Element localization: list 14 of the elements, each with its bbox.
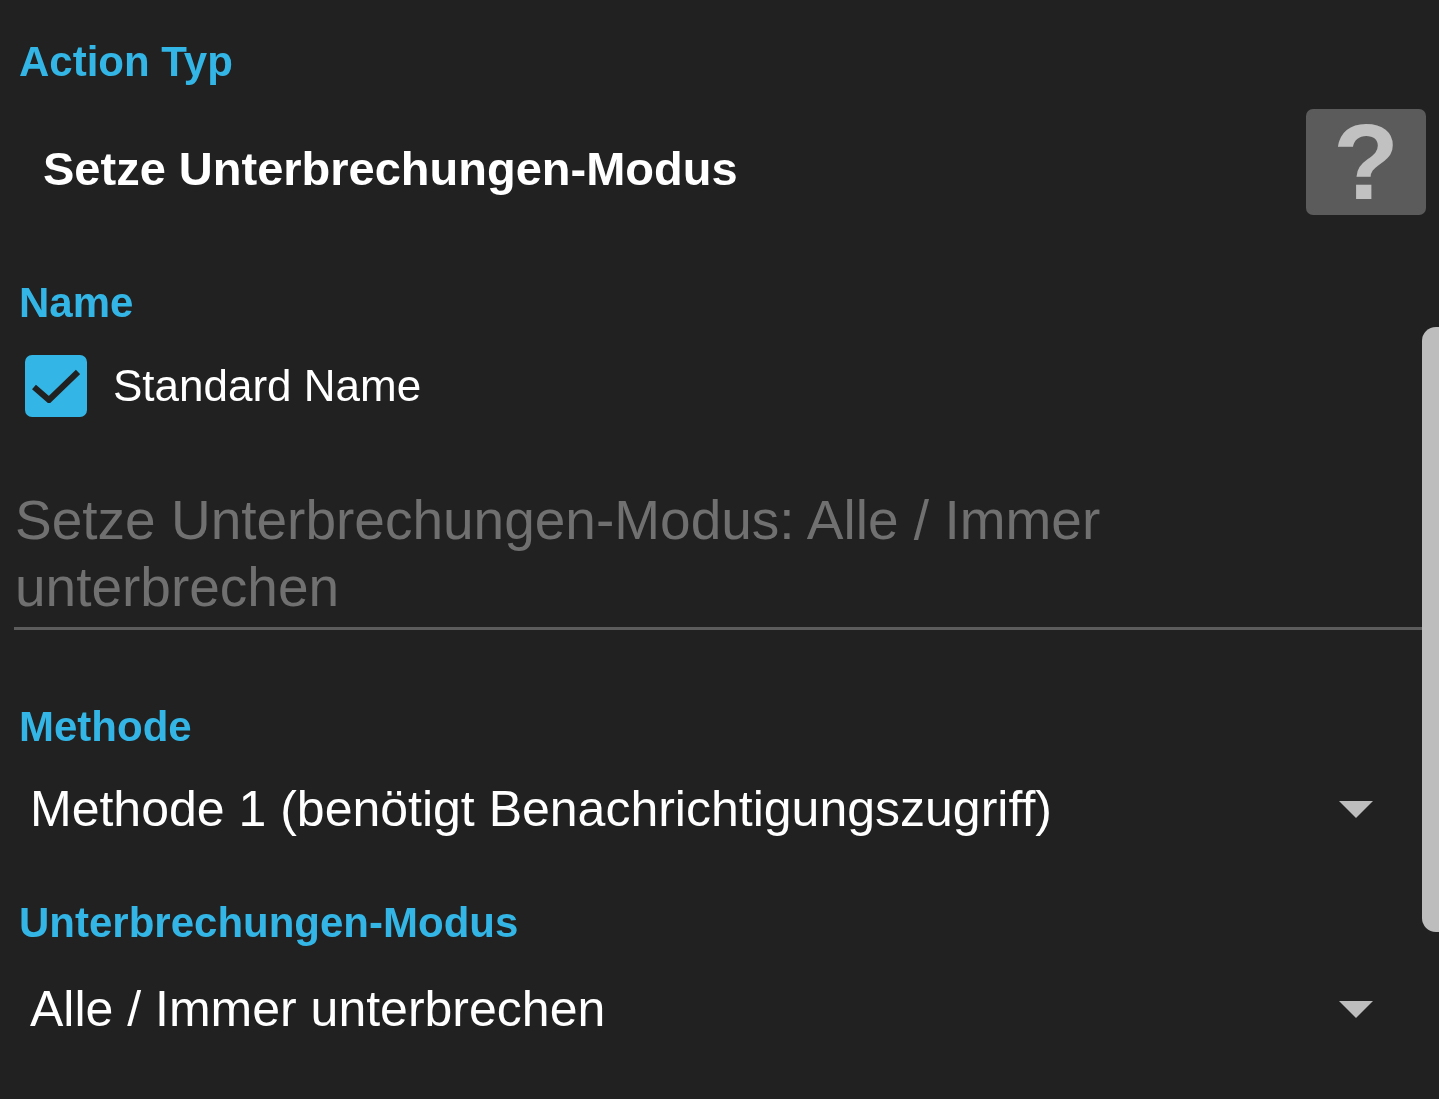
checkbox[interactable] <box>25 355 87 417</box>
caret-icon <box>1339 1000 1373 1018</box>
checkbox-label: Standard Name <box>113 360 422 412</box>
help-button[interactable]: ? <box>1306 109 1426 215</box>
check-icon <box>32 369 80 403</box>
scrollbar-thumb[interactable] <box>1422 327 1439 932</box>
action-type-value: Setze Unterbrechungen-Modus <box>43 141 738 197</box>
caret-icon <box>1339 800 1373 818</box>
section-label: Methode <box>19 702 192 752</box>
mode-dropdown[interactable]: Alle / Immer unterbrechen <box>19 979 1390 1039</box>
method-dropdown[interactable]: Methode 1 (benötigt Benachrichtigungszugriff) <box>19 779 1390 839</box>
section-label: Name <box>19 278 134 328</box>
section-label: Action Typ <box>19 37 233 87</box>
section-label: Unterbrechungen-Modus <box>19 898 519 948</box>
